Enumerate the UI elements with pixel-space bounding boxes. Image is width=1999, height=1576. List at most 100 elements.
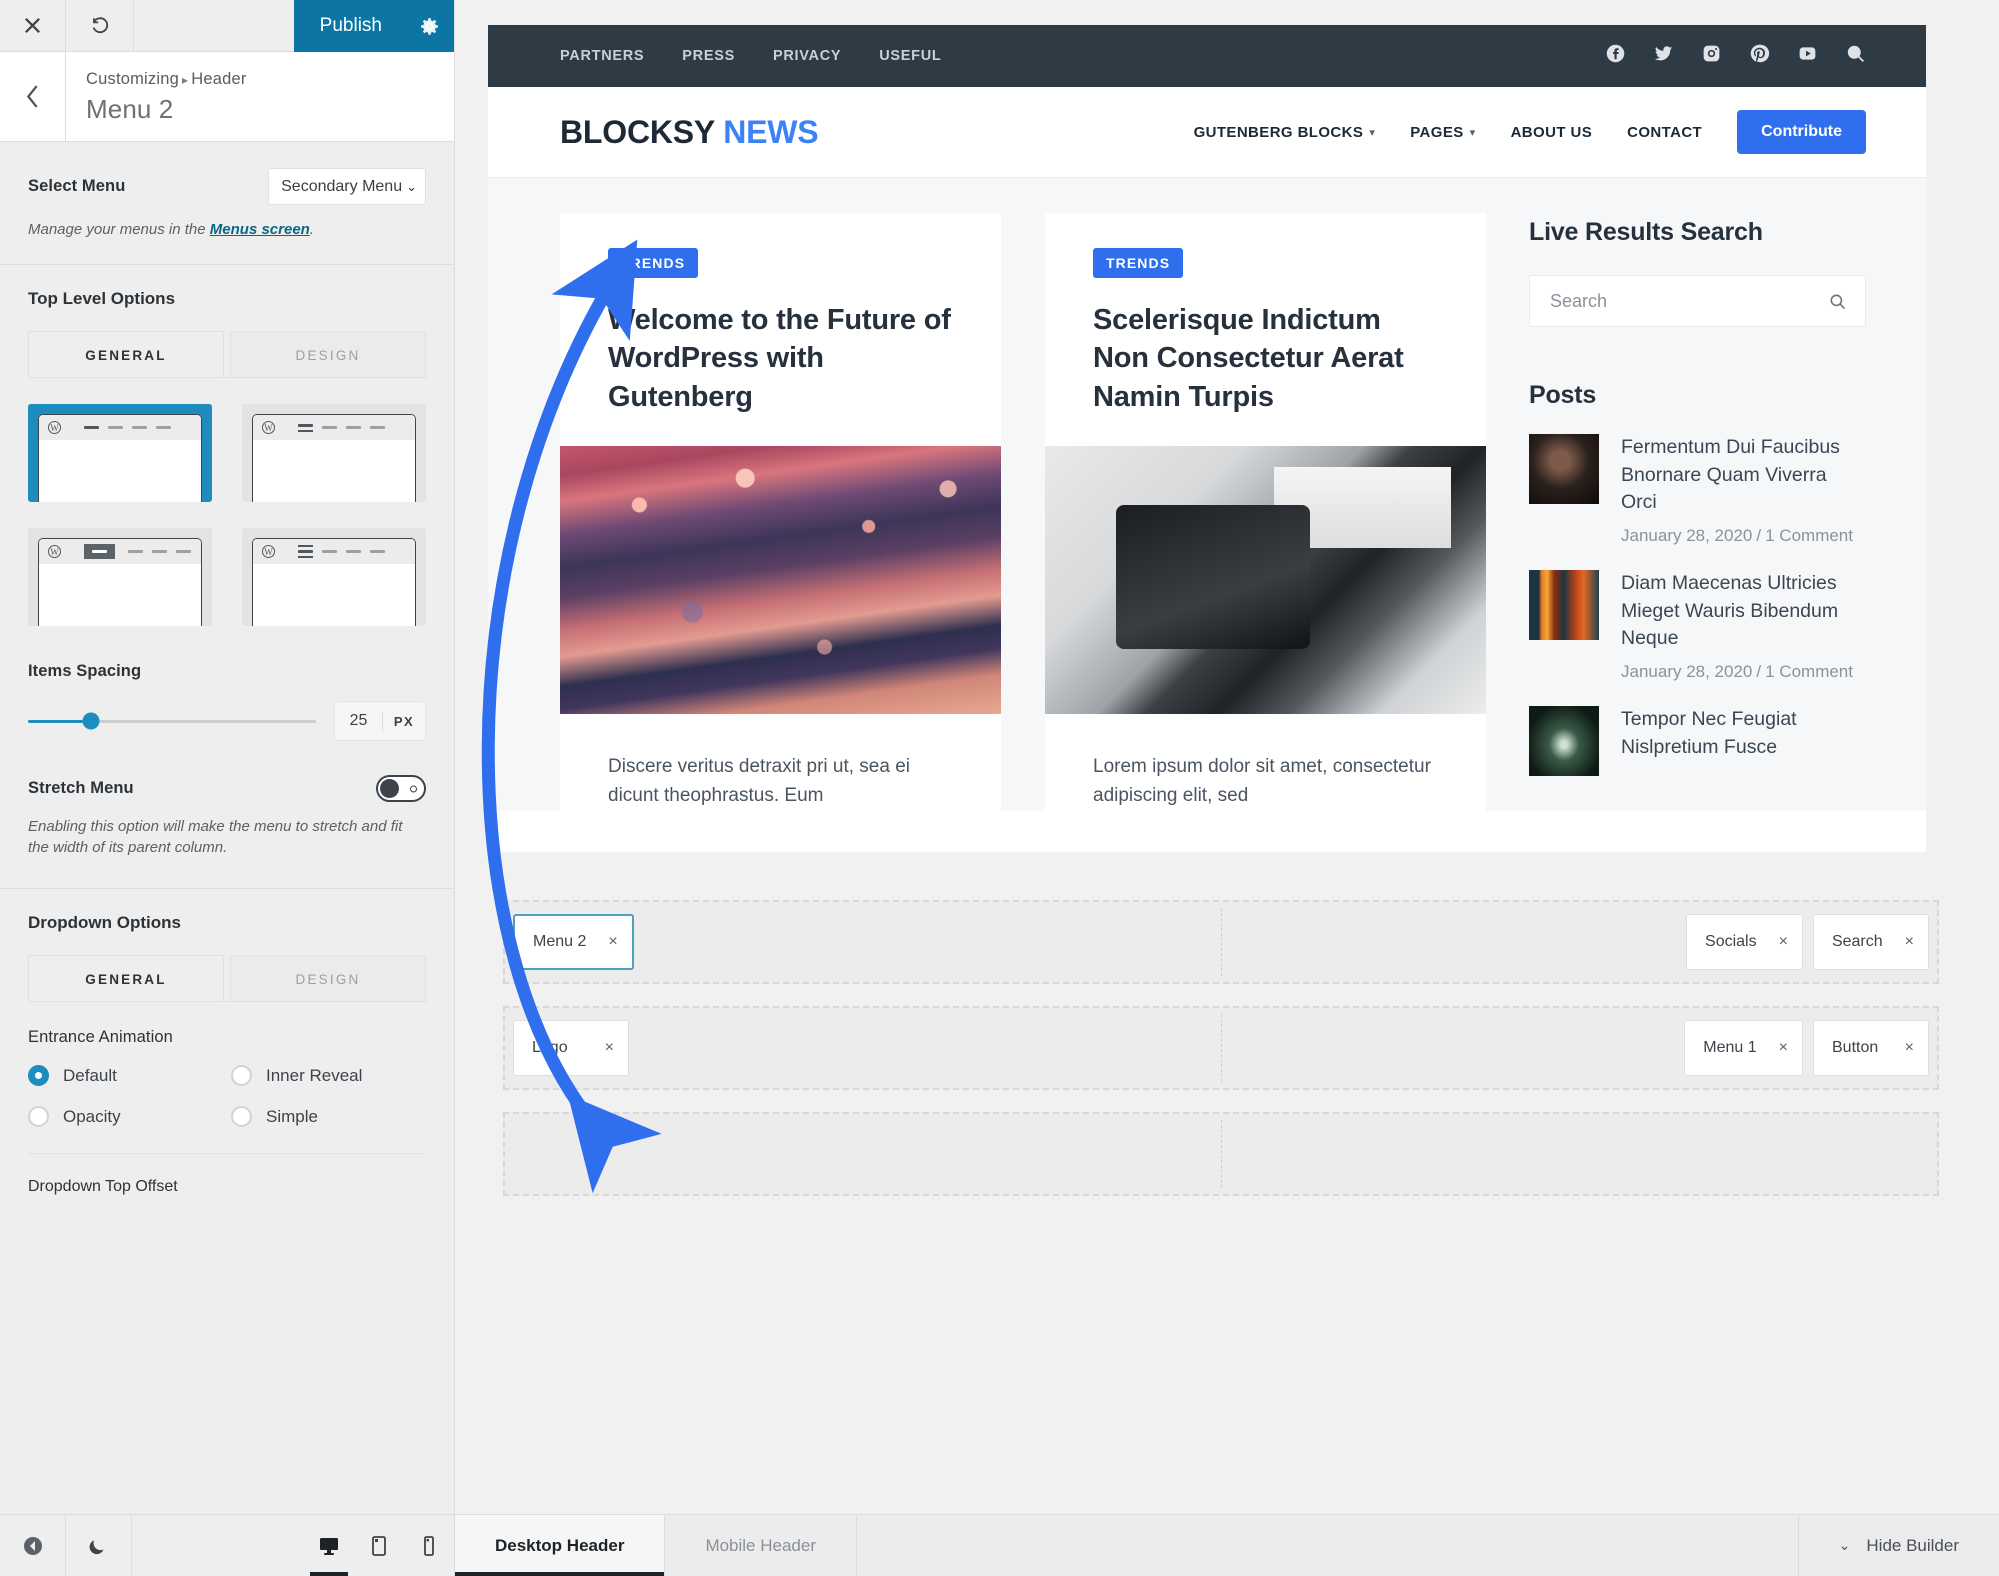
close-icon[interactable]: × [608,933,617,951]
dropdown-tabs: GENERAL DESIGN [28,955,426,1001]
builder-zone-right[interactable]: Menu 1 × Button × [1684,1020,1929,1076]
site-logo[interactable]: BLOCKSY NEWS [560,114,818,151]
dark-mode-icon[interactable] [66,1515,132,1576]
site-main-nav: BLOCKSY NEWS GUTENBERG BLOCKS▾ PAGES▾ AB… [488,87,1926,177]
list-item[interactable]: Fermentum Dui Faucibus Bnornare Quam Viv… [1529,434,1866,548]
customizer-sidebar: Publish Customizing▸Header Menu 2 Select… [0,0,455,1576]
pinterest-icon[interactable] [1749,43,1770,69]
desktop-icon[interactable] [304,1515,354,1576]
nav-pages[interactable]: PAGES▾ [1410,124,1475,141]
tab-general-top[interactable]: GENERAL [28,331,224,377]
close-icon[interactable]: × [605,1039,614,1057]
orange-abstract-art-thumb [1529,570,1599,640]
items-spacing-value-box[interactable]: 25 PX [334,701,426,741]
search-icon[interactable] [1828,292,1847,311]
builder-item-menu-2[interactable]: Menu 2 × [513,914,634,970]
brand-first: BLOCKSY [560,114,714,150]
radio-default[interactable]: Default [28,1065,223,1086]
builder-item-menu-1[interactable]: Menu 1 × [1684,1020,1803,1076]
items-spacing-slider[interactable] [28,720,316,723]
builder-zone-left[interactable]: Menu 2 × [513,914,634,970]
radio-indicator [231,1106,252,1127]
nav-about-us[interactable]: ABOUT US [1511,124,1593,141]
tablet-icon[interactable] [354,1515,404,1576]
search-widget[interactable] [1529,275,1866,327]
header-builder: Menu 2 × Socials × Search × [455,852,1999,1514]
preset-underline[interactable]: W [242,404,426,502]
close-icon[interactable]: × [1905,933,1914,951]
post-title[interactable]: Diam Maecenas Ultricies Mieget Wauris Bi… [1621,570,1866,653]
previous-device-icon[interactable] [0,1515,66,1576]
top-link-partners[interactable]: PARTNERS [560,48,644,64]
undo-icon[interactable] [66,0,134,51]
select-menu-dropdown[interactable]: Secondary Menu ⌄ [268,168,426,205]
post-comments: 1 Comment [1765,526,1853,545]
chevron-left-icon[interactable] [0,52,66,141]
list-item[interactable]: Tempor Nec Feugiat Nislpretium Fusce [1529,706,1866,776]
radio-opacity[interactable]: Opacity [28,1106,223,1127]
post-card[interactable]: TRENDS Welcome to the Future of WordPres… [560,213,1001,811]
twitter-icon[interactable] [1653,43,1674,69]
radio-label: Simple [266,1107,318,1127]
tab-desktop-header[interactable]: Desktop Header [455,1515,665,1576]
close-icon[interactable] [0,0,66,51]
hide-builder-button[interactable]: ⌄ Hide Builder [1799,1515,1999,1576]
slider-handle[interactable] [83,713,100,730]
tab-mobile-header[interactable]: Mobile Header [665,1515,857,1576]
top-link-privacy[interactable]: PRIVACY [773,48,841,64]
top-bar-links: PARTNERS PRESS PRIVACY USEFUL [560,48,941,64]
preset-background[interactable]: W [28,528,212,626]
items-spacing-unit[interactable]: PX [383,714,425,729]
builder-zone-left[interactable]: Logo × [513,1020,629,1076]
post-title[interactable]: Tempor Nec Feugiat Nislpretium Fusce [1621,706,1866,761]
card-title[interactable]: Welcome to the Future of WordPress with … [608,301,953,416]
menus-screen-link[interactable]: Menus screen [210,221,310,238]
meta-separator: / [1752,526,1765,545]
close-icon[interactable]: × [1779,933,1788,951]
search-icon[interactable] [1845,43,1866,69]
tab-design-dropdown[interactable]: DESIGN [230,955,426,1001]
preset-double-underline[interactable]: W [242,528,426,626]
publish-button[interactable]: Publish [294,0,404,52]
search-input[interactable] [1550,291,1828,312]
mobile-icon[interactable] [404,1515,454,1576]
close-icon[interactable]: × [1905,1039,1914,1057]
builder-row-middle[interactable]: Logo × Menu 1 × Button × [503,1006,1939,1090]
top-link-useful[interactable]: USEFUL [879,48,941,64]
entrance-animation-options: Default Inner Reveal Opacity Simple [28,1047,426,1153]
stretch-menu-toggle[interactable] [376,775,426,802]
post-cards: TRENDS Welcome to the Future of WordPres… [560,213,1486,811]
nav-gutenberg-blocks[interactable]: GUTENBERG BLOCKS▾ [1194,124,1376,141]
gear-icon[interactable] [404,0,454,52]
builder-item-search[interactable]: Search × [1813,914,1929,970]
close-icon[interactable]: × [1779,1039,1788,1057]
category-badge[interactable]: TRENDS [1093,248,1183,278]
radio-inner-reveal[interactable]: Inner Reveal [231,1065,426,1086]
contribute-button[interactable]: Contribute [1737,110,1866,154]
instagram-icon[interactable] [1701,43,1722,69]
card-title[interactable]: Scelerisque Indictum Non Consectetur Aer… [1093,301,1438,416]
post-title[interactable]: Fermentum Dui Faucibus Bnornare Quam Viv… [1621,434,1866,517]
select-menu-panel: Select Menu Secondary Menu ⌄ Manage your… [0,142,454,265]
builder-item-socials[interactable]: Socials × [1686,914,1803,970]
list-item[interactable]: Diam Maecenas Ultricies Mieget Wauris Bi… [1529,570,1866,684]
tab-general-dropdown[interactable]: GENERAL [28,955,224,1001]
facebook-icon[interactable] [1605,43,1626,69]
builder-zone-right[interactable]: Socials × Search × [1686,914,1929,970]
builder-item-button[interactable]: Button × [1813,1020,1929,1076]
builder-row-bottom[interactable] [503,1112,1939,1196]
builder-item-logo[interactable]: Logo × [513,1020,629,1076]
builder-row-top[interactable]: Menu 2 × Socials × Search × [503,900,1939,984]
radio-simple[interactable]: Simple [231,1106,426,1127]
chevron-down-icon: ⌄ [1839,1537,1851,1554]
tab-design-top[interactable]: DESIGN [230,331,426,377]
post-card[interactable]: TRENDS Scelerisque Indictum Non Consecte… [1045,213,1486,811]
nav-label: CONTACT [1627,124,1702,141]
nav-contact[interactable]: CONTACT [1627,124,1702,141]
top-link-press[interactable]: PRESS [682,48,735,64]
items-spacing-value[interactable]: 25 [335,712,382,730]
category-badge[interactable]: TRENDS [608,248,698,278]
nav-label: GUTENBERG BLOCKS [1194,124,1364,141]
youtube-icon[interactable] [1797,43,1818,69]
preset-simple[interactable]: W [28,404,212,502]
